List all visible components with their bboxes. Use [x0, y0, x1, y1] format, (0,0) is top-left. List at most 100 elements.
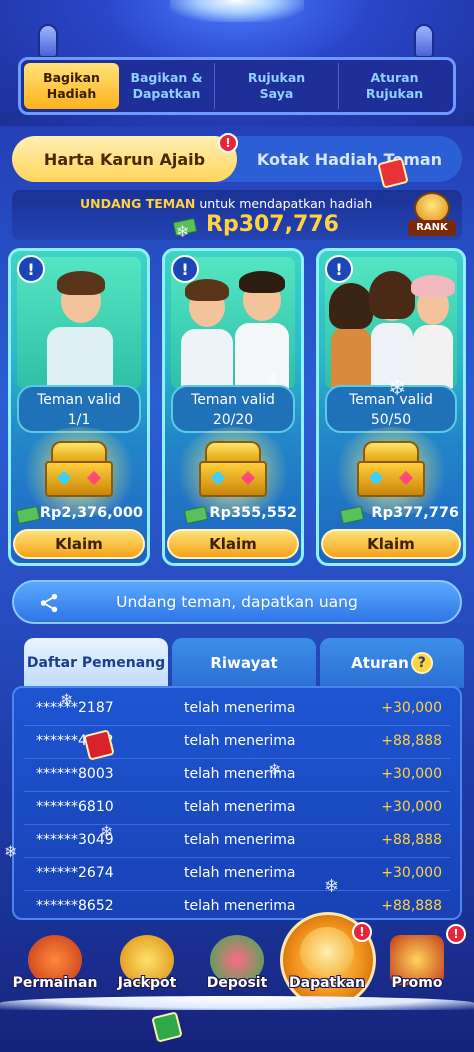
- mode-kotak-hadiah-teman[interactable]: Kotak Hadiah Teman: [237, 136, 462, 182]
- winner-user: ******2187: [36, 700, 114, 716]
- kid-body: [47, 327, 113, 389]
- kid-body: [235, 323, 289, 389]
- rank-button[interactable]: RANK: [406, 192, 458, 240]
- frame-pillar-right: [414, 24, 434, 58]
- winner-status: telah menerima: [184, 898, 296, 914]
- mode-harta-karun-ajaib[interactable]: Harta Karun Ajaib: [12, 136, 237, 182]
- kid-hair: [57, 271, 105, 295]
- card-2-valid-label: Teman valid: [191, 392, 275, 408]
- card-3-info-icon[interactable]: !: [325, 255, 353, 283]
- tab-aturan-rujukan[interactable]: Aturan Rujukan: [339, 63, 450, 109]
- tab-rujukan-saya[interactable]: Rujukan Saya: [215, 63, 339, 109]
- winner-user: ******8003: [36, 766, 114, 782]
- invite-description: untuk mendapatkan hadiah: [195, 196, 373, 211]
- list-item: ******3049 telah menerima +88,888: [14, 824, 460, 857]
- card-2-info-icon[interactable]: !: [171, 255, 199, 283]
- winner-status: telah menerima: [184, 733, 296, 749]
- kid-body: [181, 329, 233, 389]
- invite-text: UNDANG TEMAN untuk mendapatkan hadiah: [80, 196, 372, 211]
- list-item: ******2674 telah menerima +30,000: [14, 857, 460, 890]
- frame-pillar-left: [38, 24, 58, 58]
- mode-alert-badge: !: [218, 133, 238, 153]
- list-item: ******2187 telah menerima +30,000: [14, 692, 460, 725]
- invite-highlight: UNDANG TEMAN: [80, 196, 196, 211]
- winner-list: ******2187 telah menerima +30,000 ******…: [12, 686, 462, 920]
- snowflake-icon: ❄: [60, 690, 74, 709]
- tab-daftar-pemenang[interactable]: Daftar Pemenang: [24, 638, 168, 688]
- winner-status: telah menerima: [184, 799, 296, 815]
- winner-amount: +30,000: [381, 700, 442, 716]
- nav-jackpot-label: Jackpot: [117, 975, 177, 991]
- card-2-amount: Rp355,552: [209, 505, 297, 521]
- winner-status: telah menerima: [184, 865, 296, 881]
- kid-body: [331, 327, 371, 389]
- tab-aturan-label: Aturan: [351, 654, 409, 672]
- kid-hair: [369, 271, 415, 319]
- share-invite-button[interactable]: Undang teman, dapatkan uang: [12, 580, 462, 624]
- list-item: ******4932 telah menerima +88,888: [14, 725, 460, 758]
- snowflake-icon: ❄: [266, 370, 280, 389]
- nav-promo-label: Promo: [391, 975, 443, 991]
- kid-hair: [185, 279, 229, 301]
- top-tab-bar: Bagikan Hadiah Bagikan & Dapatkan Rujuka…: [18, 57, 456, 115]
- card-2-valid-box: Teman valid 20/20: [171, 385, 295, 433]
- share-icon: [40, 593, 58, 613]
- tab-aturan[interactable]: Aturan ?: [320, 638, 464, 688]
- reward-wheel-icon: [300, 927, 354, 977]
- snowflake-icon: ❄: [388, 376, 407, 401]
- kid-hair: [239, 271, 285, 293]
- kid-hat: [411, 275, 455, 297]
- list-item: ******8003 telah menerima +30,000: [14, 758, 460, 791]
- winner-user: ******6810: [36, 799, 114, 815]
- reward-card-1: ! Teman valid 1/1 Rp2,376,000 Klaim: [8, 248, 150, 566]
- list-tab-bar: Daftar Pemenang Riwayat Aturan ?: [24, 638, 464, 688]
- snowflake-icon: ❄: [324, 876, 340, 897]
- card-1-info-icon[interactable]: !: [17, 255, 45, 283]
- nav-permainan[interactable]: Permainan: [10, 935, 100, 1005]
- nav-deposit-label: Deposit: [206, 975, 268, 991]
- card-1-valid-label: Teman valid: [37, 392, 121, 408]
- reward-card-3: ! Teman valid 50/50 Rp377,776 Klaim: [316, 248, 466, 566]
- nav-permainan-label: Permainan: [12, 975, 98, 991]
- card-1-amount: Rp2,376,000: [39, 505, 143, 521]
- card-1-valid-box: Teman valid 1/1: [17, 385, 141, 433]
- card-3-claim-button[interactable]: Klaim: [321, 529, 461, 559]
- reward-card-2: ! Teman valid 20/20 Rp355,552 Klaim: [162, 248, 304, 566]
- winner-user: ******8652: [36, 898, 114, 914]
- winner-amount: +30,000: [381, 766, 442, 782]
- nav-dapatkan[interactable]: Dapatkan: [282, 927, 372, 1005]
- snowflake-icon: ❄: [100, 822, 114, 841]
- winner-amount: +30,000: [381, 799, 442, 815]
- nav-jackpot[interactable]: Jackpot: [102, 935, 192, 1005]
- nav-dapatkan-label: Dapatkan: [289, 975, 365, 991]
- kid-body: [413, 325, 453, 389]
- nav-promo[interactable]: Promo: [372, 935, 462, 1005]
- winner-amount: +88,888: [381, 733, 442, 749]
- card-2-claim-button[interactable]: Klaim: [167, 529, 299, 559]
- rank-label: RANK: [408, 220, 456, 236]
- treasure-chest-icon: [45, 441, 113, 497]
- tab-bagikan-dapatkan[interactable]: Bagikan & Dapatkan: [119, 63, 215, 109]
- winner-user: ******2674: [36, 865, 114, 881]
- dapatkan-alert-badge: !: [352, 922, 372, 942]
- tab-riwayat[interactable]: Riwayat: [172, 638, 316, 688]
- winner-amount: +30,000: [381, 865, 442, 881]
- snowflake-icon: ❄: [176, 222, 190, 241]
- tab-bagikan-hadiah[interactable]: Bagikan Hadiah: [24, 63, 119, 109]
- card-1-claim-button[interactable]: Klaim: [13, 529, 145, 559]
- treasure-chest-icon: [199, 441, 267, 497]
- kid-hair: [329, 283, 373, 329]
- list-item: ******6810 telah menerima +30,000: [14, 791, 460, 824]
- snowflake-icon: ❄: [268, 760, 282, 779]
- nav-deposit[interactable]: Deposit: [192, 935, 282, 1005]
- list-item: ******8652 telah menerima +88,888: [14, 890, 460, 923]
- top-light-glow: [170, 0, 304, 22]
- card-3-amount: Rp377,776: [371, 505, 459, 521]
- winner-status: telah menerima: [184, 832, 296, 848]
- treasure-chest-icon: [357, 441, 425, 497]
- snowflake-icon: ❄: [4, 842, 18, 861]
- total-reward-amount: Rp307,776: [206, 212, 339, 237]
- winner-amount: +88,888: [381, 898, 442, 914]
- winner-amount: +88,888: [381, 832, 442, 848]
- promo-alert-badge: !: [446, 924, 466, 944]
